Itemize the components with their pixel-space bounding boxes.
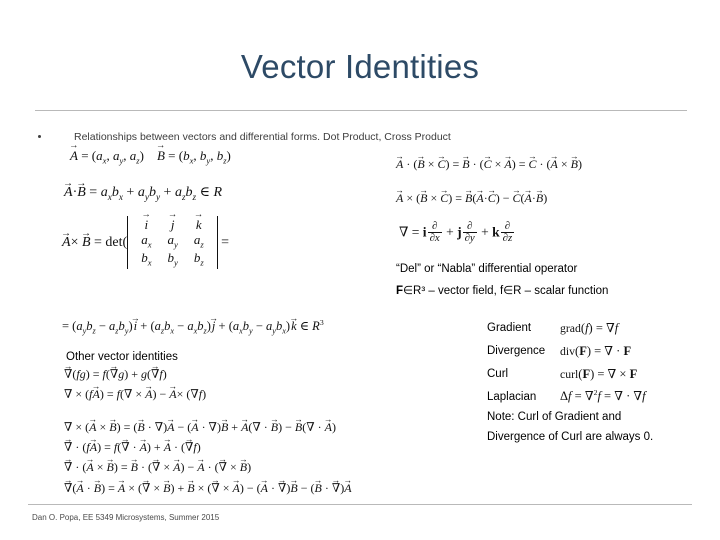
operator-formula-curl: curl(F) = ∇ × F: [560, 366, 638, 381]
math-triple-scalar-product: A · (B × C) = B · (C × A) = C · (A × B): [396, 158, 582, 170]
math-dot-product: A·B = axbx + ayby + azbz ∈ R: [64, 185, 222, 202]
operator-label-gradient: Gradient: [487, 321, 532, 334]
math-nabla-operator-definition: ∇ = i ∂ ∂x + j ∂ ∂y + k ∂ ∂z: [399, 220, 515, 245]
determinant-matrix: i j k ax ay az bx by bz: [127, 216, 218, 270]
footer-attribution: Dan O. Popa, EE 5349 Microsystems, Summe…: [32, 513, 220, 522]
differential-operators-table: Gradient grad(f) = ∇f Divergence div(F) …: [487, 316, 646, 408]
operator-label-laplacian: Laplacian: [487, 390, 537, 403]
table-row: Gradient grad(f) = ∇f: [487, 316, 646, 339]
bullet-marker-icon: [38, 135, 41, 138]
math-identity-div-of-cross: ∇ · (A × B) = B · (∇ × A) − A · (∇ × B): [64, 461, 251, 473]
page-title: Vector Identities: [240, 48, 480, 85]
math-identity-div-scalar-times-vector: ∇ · (fA) = f(∇ · A) + A · (∇f): [64, 441, 201, 453]
title-divider: [35, 110, 687, 111]
operator-label-curl: Curl: [487, 367, 509, 380]
bullet-text: Relationships between vectors and differ…: [74, 131, 451, 143]
note-line-2: Divergence of Curl are always 0.: [487, 431, 654, 443]
table-row: Divergence div(F) = ∇ · F: [487, 339, 646, 362]
field-definitions-text: ∈R³ – vector field, f∈R – scalar functio…: [403, 285, 609, 297]
field-definitions-caption: F∈R³ – vector field, f∈R – scalar functi…: [396, 283, 608, 297]
math-cross-product-determinant: A× B = det( i j k ax ay az bx by bz =: [62, 216, 229, 270]
math-triple-vector-product: A × (B × C) = B(A·C) − C(A·B): [396, 192, 547, 204]
math-vector-definitions: A = (ax, ay, az) B = (bx, by, bz): [70, 149, 231, 165]
bullet-row: Relationships between vectors and differ…: [38, 131, 678, 145]
table-row: Laplacian Δf = ∇2f = ∇ · ∇f: [487, 385, 646, 408]
footer-divider: [28, 504, 692, 505]
math-cross-product-expansion: = (aybz − azby) i + (azbx − axbz) j + (a…: [62, 319, 324, 336]
operator-label-divergence: Divergence: [487, 344, 546, 357]
vector-field-symbol: F: [396, 285, 404, 297]
table-row: Curl curl(F) = ∇ × F: [487, 362, 646, 385]
math-identity-curl-of-cross: ∇ × (A × B) = (B · ∇)A − (A · ∇)B + A(∇ …: [64, 421, 336, 433]
math-identity-grad-of-dot: ∇(A · B) = A × (∇ × B) + B × (∇ × A) − (…: [64, 482, 352, 494]
math-identity-curl-scalar-times-vector: ∇ × (fA) = f(∇ × A) − A× (∇f): [64, 388, 206, 400]
note-line-1: Note: Curl of Gradient and: [487, 411, 622, 423]
operator-formula-laplacian: Δf = ∇2f = ∇ · ∇f: [560, 388, 646, 404]
del-operator-caption: “Del” or “Nabla” differential operator: [396, 263, 578, 275]
operator-formula-divergence: div(F) = ∇ · F: [560, 343, 632, 358]
math-identity-grad-product: ∇(fg) = f(∇g) + g(∇f): [64, 368, 167, 380]
operator-formula-gradient: grad(f) = ∇f: [560, 320, 619, 335]
other-identities-label: Other vector identities: [66, 351, 178, 363]
